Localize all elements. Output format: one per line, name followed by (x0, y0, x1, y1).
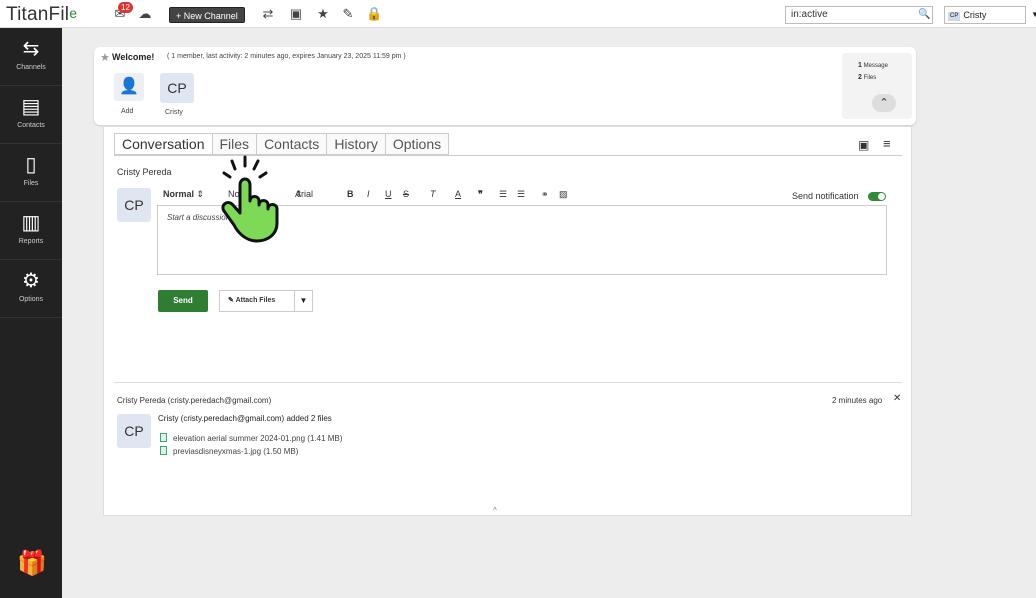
edit-icon[interactable]: ✎ (340, 7, 356, 21)
file-icon (160, 433, 167, 442)
search-icon[interactable]: 🔍 (918, 9, 930, 20)
notification-badge: 12 (118, 2, 133, 13)
link-icon[interactable]: ⚭ (541, 189, 549, 200)
close-icon[interactable]: ✕ (893, 393, 901, 404)
user-name: Cristy (963, 10, 987, 20)
file-count: 2 (858, 74, 862, 81)
menu-icon[interactable]: ≡ (883, 136, 891, 151)
chevron-down-icon: ▼ (1031, 10, 1036, 19)
text-color-icon[interactable]: A (455, 189, 461, 199)
tab-files[interactable]: Files (212, 133, 258, 155)
tab-bar: Conversation Files Contacts History Opti… (114, 133, 450, 155)
bullet-list-icon[interactable]: ☰ (517, 189, 525, 200)
sidebar-item-reports[interactable]: ▥ Reports (0, 202, 62, 260)
search-input[interactable]: in:active (785, 6, 933, 24)
chevron-up-icon[interactable]: ^ (493, 506, 497, 515)
send-button[interactable]: Send (158, 290, 208, 312)
star-icon[interactable]: ★ (315, 7, 331, 21)
add-user-icon: 👤 (119, 78, 139, 95)
add-member-label: Add (121, 108, 134, 115)
activity-timestamp: 2 minutes ago (832, 396, 883, 405)
gift-icon[interactable]: 🎁 (17, 549, 47, 578)
gear-icon: ⚙ (22, 270, 40, 292)
new-channel-button[interactable]: + New Channel (169, 7, 245, 23)
member-avatar[interactable]: CP (160, 73, 194, 103)
user-avatar: CP (948, 12, 961, 21)
briefcase-icon[interactable]: ▣ (288, 7, 304, 21)
file-link[interactable]: previasdisneyxmas-1.jpg (1.50 MB) (160, 446, 298, 456)
add-member-button[interactable]: 👤 (114, 73, 144, 101)
activity-author: Cristy Pereda (cristy.peredach@gmail.com… (117, 396, 272, 405)
app-logo[interactable]: TitanFile (6, 4, 77, 26)
file-icon: ▯ (25, 154, 37, 176)
section-divider (114, 382, 902, 383)
image-icon[interactable]: ▨ (559, 189, 568, 200)
channel-title: Welcome! (112, 52, 155, 62)
sidebar: ⇆ Channels ▤ Contacts ▯ Files ▥ Reports … (0, 28, 62, 598)
pointer-hand-icon (221, 155, 279, 243)
reports-icon: ▥ (21, 212, 41, 234)
attach-options-dropdown[interactable]: ▼ (295, 290, 313, 312)
tab-options[interactable]: Options (385, 133, 450, 155)
sidebar-item-contacts[interactable]: ▤ Contacts (0, 86, 62, 144)
star-icon[interactable]: ★ (100, 51, 110, 64)
ordered-list-icon[interactable]: ☰ (499, 189, 507, 200)
send-notification-toggle[interactable] (868, 192, 886, 201)
file-link[interactable]: elevation aerial summer 2024-01.png (1.4… (160, 433, 342, 443)
tab-conversation[interactable]: Conversation (114, 133, 213, 155)
underline-icon[interactable]: U (385, 189, 392, 199)
transfer-icon[interactable]: ⇄ (260, 7, 276, 21)
message-count: 1 (858, 62, 862, 69)
user-menu[interactable]: CP Cristy ▼ (944, 6, 1036, 24)
italic-icon[interactable]: I (367, 189, 370, 199)
sidebar-item-options[interactable]: ⚙ Options (0, 260, 62, 318)
sidebar-item-channels[interactable]: ⇆ Channels (0, 28, 62, 86)
collapse-button[interactable]: ⌃ (872, 94, 896, 112)
clear-format-icon[interactable]: T (430, 189, 436, 199)
file-icon (160, 446, 167, 455)
strikethrough-icon[interactable]: S (403, 189, 409, 199)
chevron-down-icon: ▼ (299, 296, 308, 305)
top-bar: TitanFile ✉ 12 ☁ + New Channel ⇄ ▣ ★ ✎ 🔒… (0, 0, 1036, 28)
tab-contacts[interactable]: Contacts (257, 133, 328, 155)
briefcase-icon[interactable]: ▣ (858, 138, 869, 152)
composer-author: Cristy Pereda (117, 167, 172, 177)
format-style-select[interactable]: Normal ⇕ (163, 189, 204, 200)
paperclip-icon: ✎ (228, 297, 236, 304)
channel-meta: ( 1 member, last activity: 2 minutes ago… (167, 53, 406, 60)
tab-history[interactable]: History (327, 133, 386, 155)
sidebar-item-files[interactable]: ▯ Files (0, 144, 62, 202)
attach-files-button[interactable]: ✎ Attach Files (219, 290, 295, 312)
lock-icon[interactable]: 🔒 (366, 7, 382, 21)
cloud-icon[interactable]: ☁ (137, 7, 153, 21)
quote-icon[interactable]: ❞ (478, 189, 483, 200)
avatar: CP (117, 188, 151, 222)
avatar: CP (117, 414, 151, 448)
member-name: Cristy (165, 109, 183, 116)
bold-icon[interactable]: B (347, 189, 354, 199)
contacts-icon: ▤ (21, 96, 41, 118)
message-label: Message (863, 63, 888, 69)
activity-action: Cristy (cristy.peredach@gmail.com) added… (158, 414, 332, 423)
arrows-icon: ⇆ (22, 38, 40, 60)
send-notification-label: Send notification (792, 191, 859, 201)
chevron-up-icon: ⌃ (879, 97, 889, 109)
file-label: Files (863, 75, 877, 81)
